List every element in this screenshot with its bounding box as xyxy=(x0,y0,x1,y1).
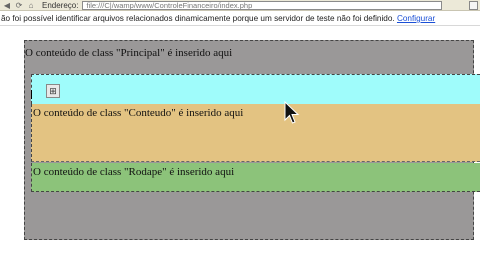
refresh-icon[interactable]: ⟳ xyxy=(14,1,24,10)
address-label: Endereço: xyxy=(42,0,79,10)
toolbar-dropdown-button[interactable] xyxy=(469,1,478,10)
conteudo-top-area[interactable] xyxy=(31,74,480,104)
rodape-text: O conteúdo de class "Rodape" é inserido … xyxy=(33,166,235,178)
browser-toolbar: ◀ ⟳ ⌂ Endereço: file:///C|/wamp/www/Cont… xyxy=(0,0,480,11)
placeholder-image-icon[interactable]: ⊞ xyxy=(46,84,60,98)
home-icon[interactable]: ⌂ xyxy=(26,1,36,10)
mouse-pointer-icon xyxy=(284,101,300,124)
spacer xyxy=(0,27,480,39)
conteudo-text: O conteúdo de class "Conteudo" é inserid… xyxy=(33,107,244,119)
configure-link[interactable]: Configurar xyxy=(397,14,435,23)
back-icon[interactable]: ◀ xyxy=(2,1,12,10)
warning-message: ão foi possível identificar arquivos rel… xyxy=(1,14,395,23)
principal-text: O conteúdo de class "Principal" é inseri… xyxy=(25,47,233,59)
conteudo-block[interactable]: O conteúdo de class "Conteudo" é inserid… xyxy=(31,104,480,162)
text-caret xyxy=(31,90,32,99)
address-field[interactable]: file:///C|/wamp/www/ControleFinanceiro/i… xyxy=(82,0,443,10)
testing-server-warning: ão foi possível identificar arquivos rel… xyxy=(0,12,480,26)
rodape-block[interactable]: O conteúdo de class "Rodape" é inserido … xyxy=(31,163,480,192)
